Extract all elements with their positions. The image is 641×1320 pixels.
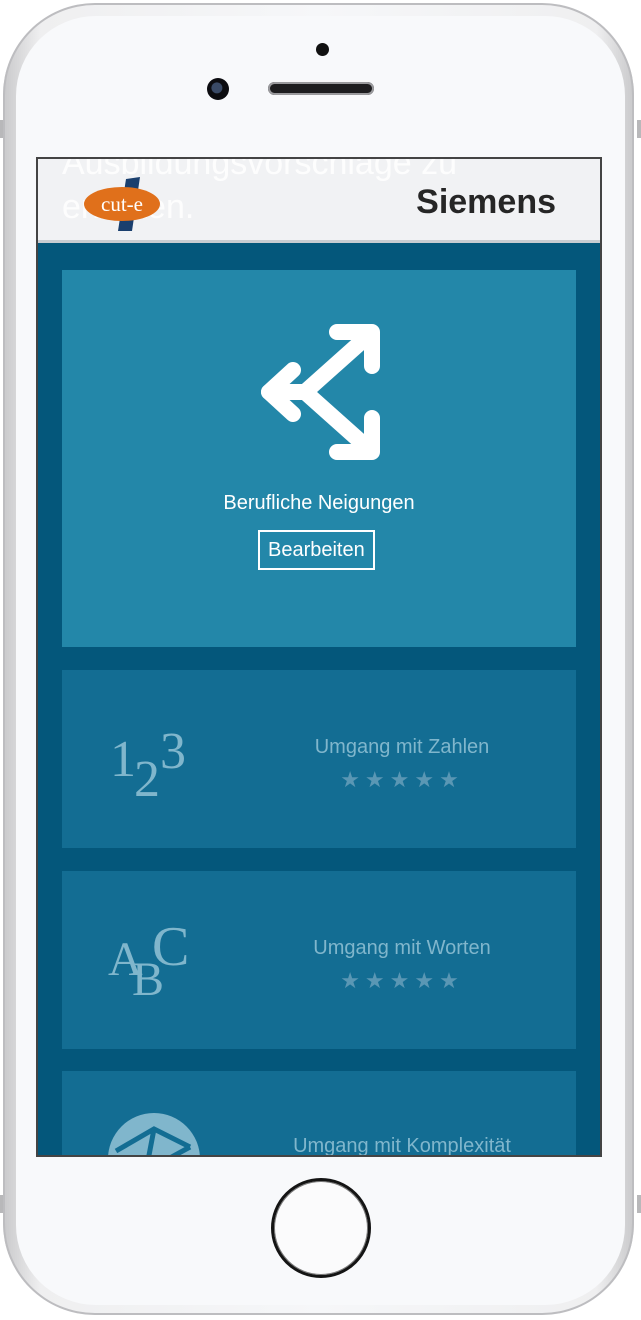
card-label: Umgang mit Zahlen: [314, 736, 490, 758]
svg-text:2: 2: [134, 751, 160, 806]
svg-text:3: 3: [160, 723, 186, 780]
card-umgang-mit-zahlen[interactable]: 1 2 3 Umgang mit Zahlen ★★★★★: [62, 670, 576, 848]
logo-text: cut-e: [101, 192, 143, 216]
card-umgang-mit-worten[interactable]: A B C Umgang mit Worten ★★★★★: [62, 871, 576, 1049]
card-label: Umgang mit Komplexität: [293, 1135, 511, 1157]
rating-stars: ★★★★★: [340, 767, 464, 792]
side-button: [637, 1195, 641, 1213]
proximity-sensor: [316, 43, 329, 56]
card-berufliche-neigungen[interactable]: Berufliche Neigungen Bearbeiten: [62, 270, 576, 647]
side-button: [637, 120, 641, 138]
earpiece-speaker: [268, 82, 374, 95]
numbers-123-icon: 1 2 3: [110, 723, 186, 806]
card-label: Umgang mit Worten: [313, 937, 491, 959]
svg-text:1: 1: [110, 731, 136, 788]
cut-e-logo[interactable]: cut-e: [82, 177, 162, 231]
globe-network-icon: [108, 1113, 200, 1155]
company-name: Siemens: [416, 183, 556, 221]
split-arrows-icon: [261, 324, 380, 460]
card-title: Berufliche Neigungen: [223, 492, 415, 514]
letters-abc-icon: A B C: [108, 916, 189, 1006]
card-umgang-mit-komplexitaet[interactable]: Umgang mit Komplexität ★★★★★: [62, 1071, 576, 1157]
rating-stars: ★★★★★: [340, 968, 464, 993]
svg-text:C: C: [152, 916, 189, 978]
app-header: Ausbildungsvorschläge zu erhalten. cut-e…: [38, 159, 600, 243]
front-camera: [207, 78, 229, 100]
phone-frame: Ausbildungsvorschläge zu erhalten. cut-e…: [0, 0, 641, 1320]
home-button[interactable]: [271, 1178, 371, 1278]
app-screen: Ausbildungsvorschläge zu erhalten. cut-e…: [36, 157, 602, 1157]
edit-button[interactable]: Bearbeiten: [258, 530, 375, 570]
